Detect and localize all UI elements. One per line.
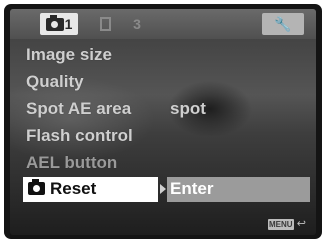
menu-item-label: Spot AE area	[26, 99, 132, 118]
enter-option-label: Enter	[170, 179, 214, 198]
menu-item-image-size[interactable]: Image size	[10, 41, 316, 68]
return-icon: ↩	[296, 217, 306, 230]
menu-item-value: spot	[170, 99, 206, 118]
arrow-right-icon	[160, 184, 166, 194]
camera-lcd-frame: 1 3 🔧 Image size Quality Spot AE area sp…	[4, 4, 322, 239]
camera-icon	[28, 179, 45, 195]
menu-item-spot-ae-area[interactable]: Spot AE area spot	[10, 95, 316, 122]
menu-item-ael-button[interactable]: AEL button	[10, 149, 316, 176]
wrench-icon: 🔧	[274, 15, 292, 32]
enter-option[interactable]: Enter	[167, 177, 310, 202]
menu-item-label: Image size	[26, 45, 112, 64]
tab-camera-number: 1	[64, 16, 73, 32]
playback-icon	[99, 17, 111, 31]
button-hint: MENU ↩	[267, 217, 306, 230]
tab-camera-1[interactable]: 1	[40, 13, 78, 35]
camera-icon	[45, 14, 64, 31]
menu-item-flash-control[interactable]: Flash control	[10, 122, 316, 149]
menu-button-hint: MENU	[267, 218, 294, 230]
menu-item-label: Quality	[26, 72, 84, 91]
setup-icon: 3	[133, 16, 141, 32]
menu-tab-bar: 1 3 🔧	[10, 9, 316, 39]
tab-setup[interactable]: 3	[126, 13, 148, 35]
menu-item-quality[interactable]: Quality	[10, 68, 316, 95]
menu-item-reset[interactable]: Reset Enter	[10, 176, 316, 203]
tab-playback[interactable]	[94, 13, 116, 35]
selected-item-highlight: Reset	[23, 177, 158, 202]
tab-custom-settings[interactable]: 🔧	[262, 13, 304, 35]
menu-item-label: AEL button	[26, 153, 118, 172]
selected-item-label: Reset	[50, 179, 97, 198]
menu-screen: 1 3 🔧 Image size Quality Spot AE area sp…	[10, 9, 316, 235]
menu-item-label: Flash control	[26, 126, 133, 145]
